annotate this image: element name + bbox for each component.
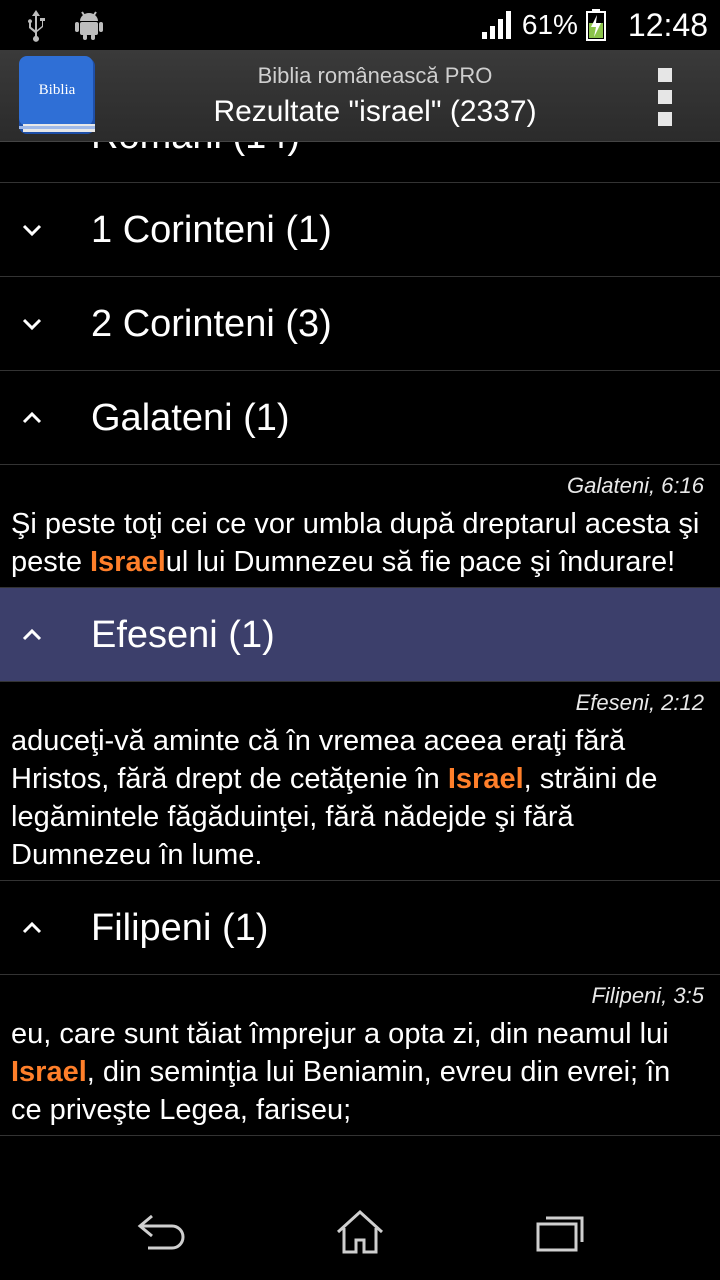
search-highlight: Israel <box>11 1056 87 1088</box>
verse-item-galateni[interactable]: Galateni, 6:16 Şi peste toţi cei ce vor … <box>0 465 720 588</box>
android-debug-icon <box>75 11 103 40</box>
app-subtitle: Biblia românească PRO <box>257 63 493 88</box>
search-highlight: Israel <box>447 763 524 795</box>
chevron-up-icon <box>22 628 42 640</box>
group-header-romani[interactable]: Romani (14) <box>0 142 720 183</box>
navigation-bar <box>0 1184 720 1280</box>
group-header-efeseni[interactable]: Efeseni (1) <box>0 588 720 682</box>
verse-reference: Galateni, 6:16 <box>567 473 704 498</box>
usb-icon <box>28 10 45 42</box>
group-label: Filipeni (1) <box>91 907 269 949</box>
group-label: 2 Corinteni (3) <box>91 303 332 345</box>
verse-reference: Efeseni, 2:12 <box>575 690 704 715</box>
action-bar-titles: Biblia românească PRO Rezultate "israel"… <box>120 50 630 142</box>
group-header-filipeni[interactable]: Filipeni (1) <box>0 881 720 975</box>
group-header-partial[interactable] <box>0 1136 720 1184</box>
search-highlight: Israel <box>90 546 166 578</box>
verse-text: Şi peste toţi cei ce vor umbla după drep… <box>11 508 700 578</box>
back-icon[interactable] <box>132 1208 192 1256</box>
app-icon-label: Biblia <box>39 82 76 98</box>
signal-icon <box>481 11 511 39</box>
chevron-down-icon <box>22 224 42 236</box>
recent-apps-icon[interactable] <box>530 1208 590 1256</box>
page-title: Rezultate "israel" (2337) <box>213 95 537 128</box>
app-icon[interactable]: Biblia <box>15 54 101 138</box>
chevron-up-icon <box>22 411 42 423</box>
action-bar: Biblia Biblia românească PRO Rezultate "… <box>0 50 720 142</box>
verse-reference: Filipeni, 3:5 <box>591 983 704 1008</box>
home-icon[interactable] <box>330 1208 390 1256</box>
battery-percent: 61% <box>521 9 578 40</box>
group-header-galateni[interactable]: Galateni (1) <box>0 371 720 465</box>
verse-item-filipeni[interactable]: Filipeni, 3:5 eu, care sunt tăiat împrej… <box>0 975 720 1136</box>
group-label: 1 Corinteni (1) <box>91 209 332 251</box>
overflow-menu-icon[interactable] <box>658 68 674 126</box>
chevron-down-icon <box>22 318 42 330</box>
group-label: Romani (14) <box>91 142 300 183</box>
clock: 12:48 <box>627 6 708 43</box>
verse-text: eu, care sunt tăiat împrejur a opta zi, … <box>11 1018 671 1126</box>
battery-charging-icon <box>585 9 606 41</box>
chevron-up-icon <box>22 921 42 933</box>
verse-text: aduceţi-vă aminte că în vremea aceea era… <box>11 725 658 871</box>
search-results-list[interactable]: Romani (14) 1 Corinteni (1) 2 Corinteni … <box>0 142 720 1184</box>
verse-item-efeseni[interactable]: Efeseni, 2:12 aduceţi-vă aminte că în vr… <box>0 682 720 881</box>
group-label: Efeseni (1) <box>91 614 275 656</box>
group-label: Galateni (1) <box>91 397 290 439</box>
status-bar: 61% 12:48 <box>0 0 720 50</box>
group-header-1-corinteni[interactable]: 1 Corinteni (1) <box>0 183 720 277</box>
group-header-2-corinteni[interactable]: 2 Corinteni (3) <box>0 277 720 371</box>
